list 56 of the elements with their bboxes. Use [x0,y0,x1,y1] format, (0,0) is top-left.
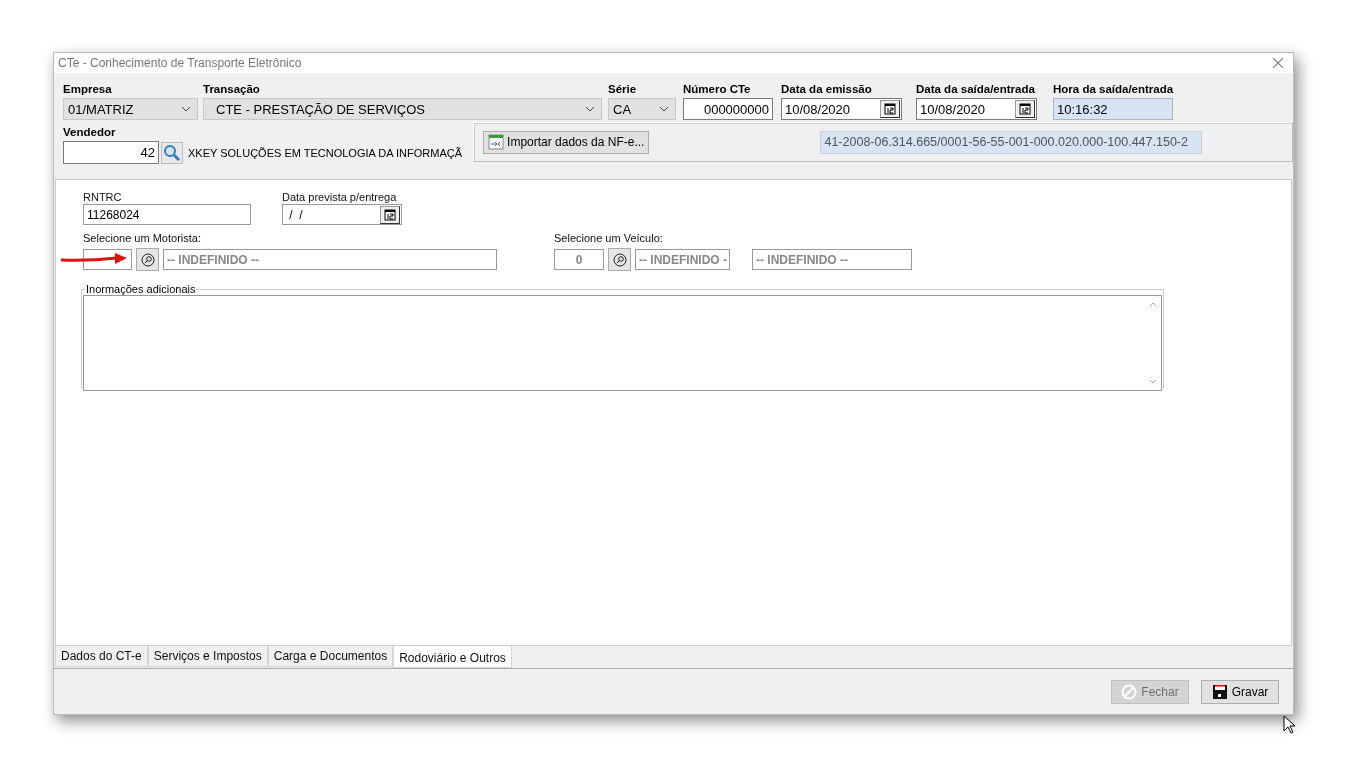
field-label: Data da emissão [781,83,873,97]
field-label: Selecione um Veículo: [554,232,664,245]
search-button[interactable] [608,248,631,271]
field-label: Hora da saída/entrada [1053,83,1173,97]
date-field[interactable]: 10/08/2020 [781,98,902,120]
field-label: Vendedor [63,126,117,140]
chevron-icon [659,106,669,112]
driver-field[interactable]: -- INDEFINIDO -- [163,249,497,270]
field-label: Empresa [63,83,113,97]
close-icon[interactable] [1273,58,1283,68]
calendar-button[interactable] [380,205,400,224]
field-label: Transação [203,83,261,97]
company-name: XKEY SOLUÇÕES EM TECNOLOGIA DA INFORMAÇÃ [188,146,463,159]
search-button[interactable] [136,248,159,271]
save-button[interactable]: Gravar [1201,679,1279,704]
chevron-icon [181,106,191,112]
group-label: Inormações adicionais [85,283,197,295]
dropdown[interactable]: 01/MATRIZ [63,98,198,120]
arrow-icon [59,253,129,265]
date-field[interactable]: 10/08/2020 [916,98,1037,120]
tab[interactable]: Serviços e Impostos [147,646,268,667]
vehicle-field[interactable]: -- INDEFINIDO - [635,249,730,270]
tab[interactable]: Dados do CT-e [55,646,148,667]
calendar-icon [884,103,896,115]
access-key-field[interactable]: 41-2008-06.314.665/0001-56-55-001-000.020.000-100.447.150-2 [820,130,1203,154]
search-icon [140,252,155,267]
field-label: Série [608,83,638,97]
field-label: Selecione um Motorista: [83,232,202,245]
vehicle-field[interactable]: -- INDEFINIDO -- [752,249,912,270]
time-field[interactable]: 10:16:32 [1053,98,1173,120]
search-button[interactable] [161,141,183,164]
search-icon [163,143,181,162]
input-field[interactable]: 0 [554,249,604,270]
cursor-icon [1283,715,1295,734]
input-field[interactable]: 000000000 [683,98,773,120]
dropdown[interactable]: CTE - PRESTAÇÃO DE SERVIÇOS [203,98,602,120]
search-icon [612,252,627,267]
calendar-icon [384,208,396,221]
calendar-button[interactable] [880,100,900,118]
tab[interactable]: Rodoviário e Outros [393,646,512,668]
calendar-button[interactable] [1015,100,1035,118]
calendar-icon [1019,103,1031,115]
prohibited-icon [1121,683,1138,700]
field-label: Data da saída/entrada [916,83,1036,97]
dropdown[interactable]: CA [608,98,676,120]
input-field[interactable]: 42 [63,141,159,164]
tab[interactable]: Carga e Documentos [267,646,394,667]
import-icon [488,134,505,150]
input-field[interactable]: 11268024 [83,204,251,225]
date-field[interactable]: / / [282,204,402,225]
field-label: Data prevista p/entrega [282,191,398,204]
field-label: RNTRC [83,191,123,204]
field-label: Número CTe [683,83,752,97]
window-title: CTe - Conhecimento de Transporte Eletrônico [58,56,302,70]
chevron-icon [585,106,595,112]
import-button[interactable]: Importar dados da NF-e... [483,130,650,154]
